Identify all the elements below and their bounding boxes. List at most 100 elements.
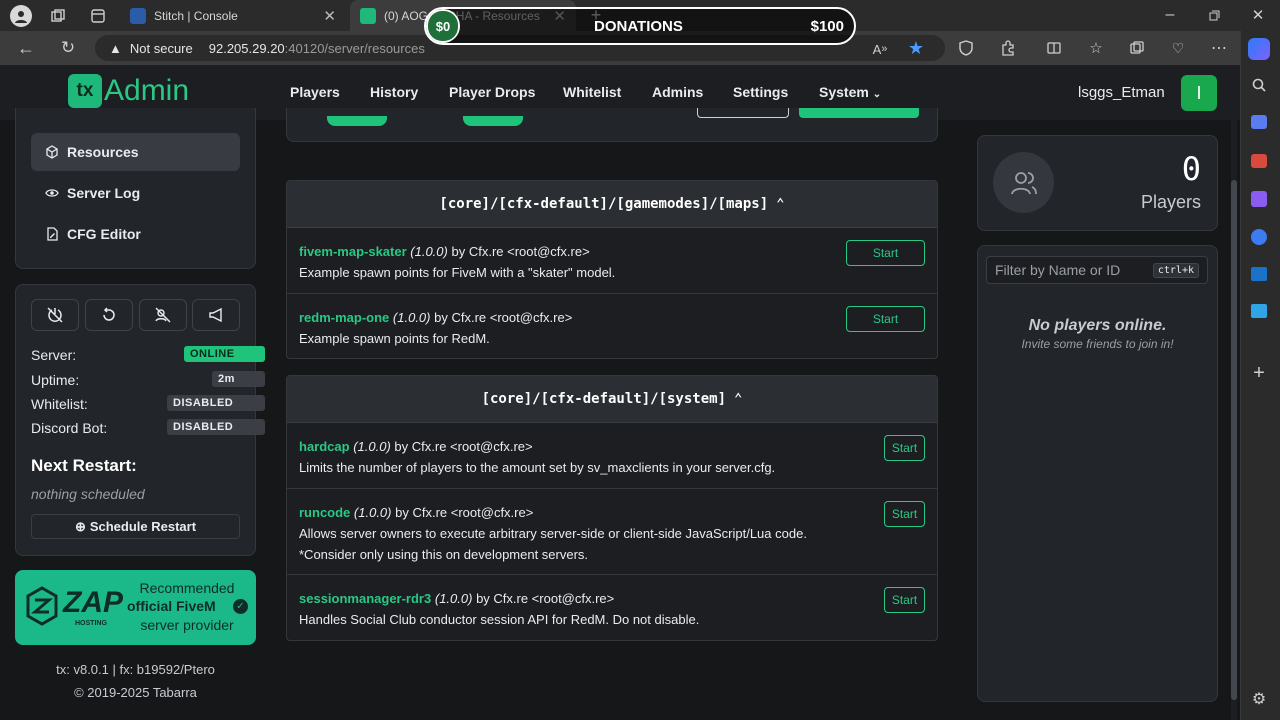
user-avatar[interactable]: I: [1181, 75, 1217, 111]
warning-icon: ▲: [109, 40, 122, 56]
schedule-restart-label: Schedule Restart: [89, 519, 197, 534]
sidebar-item-label: Resources: [67, 144, 139, 160]
chevron-down-icon: ⌄: [872, 89, 882, 100]
group-header[interactable]: [core]/[cfx-default]/[system] ⌃: [287, 376, 937, 423]
nav-system-label: System: [819, 84, 869, 100]
stop-server-button[interactable]: [31, 299, 79, 331]
start-button[interactable]: Start: [884, 587, 925, 613]
browser-essentials-icon[interactable]: ♡: [1168, 38, 1188, 58]
empty-subtitle: Invite some friends to join in!: [1021, 337, 1174, 351]
favorites-list-icon[interactable]: ☆: [1086, 38, 1106, 58]
toggle-switch[interactable]: [327, 116, 387, 126]
sidebar-item-resources[interactable]: Resources: [31, 133, 240, 171]
nav-history[interactable]: History: [370, 84, 418, 100]
resource-group-maps: [core]/[cfx-default]/[gamemodes]/[maps] …: [286, 180, 938, 359]
txadmin-logo[interactable]: tx Admin: [68, 74, 189, 108]
shield-icon[interactable]: [956, 38, 976, 58]
restart-icon: [103, 307, 115, 321]
shortcut-hint: ctrl+k: [1152, 262, 1199, 278]
url-host: 92.205.29.20: [208, 40, 285, 56]
more-menu-icon[interactable]: ⋯: [1209, 38, 1229, 58]
megaphone-icon: [209, 307, 222, 323]
nav-admins[interactable]: Admins: [652, 84, 703, 100]
drop-icon[interactable]: [1251, 304, 1267, 318]
tab-stitch-console[interactable]: Stitch | Console ✕: [120, 0, 346, 31]
workspaces-icon[interactable]: [48, 6, 68, 26]
next-restart-value: nothing scheduled: [31, 486, 145, 502]
ad-line-1: Recommended: [139, 580, 235, 596]
nav-player-drops[interactable]: Player Drops: [449, 84, 535, 100]
filter-placeholder: Filter by Name or ID: [995, 262, 1121, 278]
scrollbar-thumb[interactable]: [1231, 180, 1237, 700]
nav-players[interactable]: Players: [290, 84, 340, 100]
resource-description: Handles Social Club conductor session AP…: [299, 612, 700, 627]
start-button[interactable]: Start: [884, 501, 925, 527]
resource-item: redm-map-one (1.0.0) by Cfx.re <root@cfx…: [287, 294, 937, 358]
read-aloud-icon[interactable]: A»: [870, 39, 890, 59]
start-button[interactable]: Start: [846, 306, 925, 332]
resource-description: Limits the number of players to the amou…: [299, 460, 776, 475]
search-icon[interactable]: [1250, 76, 1268, 94]
group-header[interactable]: [core]/[cfx-default]/[gamemodes]/[maps] …: [287, 181, 937, 228]
donation-goal: $100: [810, 17, 844, 35]
profile-icon[interactable]: [10, 5, 32, 27]
split-screen-icon[interactable]: [1044, 38, 1064, 58]
resource-group-system: [core]/[cfx-default]/[system] ⌃ hardcap …: [286, 375, 938, 641]
username[interactable]: lsggs_Etman: [1078, 84, 1165, 101]
reload-icon[interactable]: ↻: [57, 37, 79, 59]
players-label: Players: [1140, 192, 1201, 212]
status-whitelist-label: Whitelist:: [31, 396, 88, 412]
sidebar-item-server-log[interactable]: Server Log: [31, 174, 240, 212]
donation-amount-pill: $0: [426, 9, 460, 43]
close-tab-icon[interactable]: ✕: [323, 7, 336, 25]
add-sidebar-app-icon[interactable]: +: [1249, 362, 1269, 384]
favorite-star-icon[interactable]: ★: [906, 38, 926, 58]
resource-description: Example spawn points for FiveM with a "s…: [299, 265, 616, 280]
shopping-icon[interactable]: [1251, 115, 1267, 129]
start-button[interactable]: Start: [846, 240, 925, 266]
txadmin-favicon-icon: [360, 7, 376, 24]
player-count-card: 0 Players: [977, 135, 1218, 231]
sidebar-settings-gear-icon[interactable]: ⚙: [1250, 690, 1268, 708]
copilot-icon[interactable]: [1248, 38, 1270, 60]
page-scrollbar[interactable]: [1231, 120, 1237, 720]
version-info: tx: v8.0.1 | fx: b19592/Ptero: [56, 662, 215, 677]
ad-line-3: server provider: [140, 617, 234, 633]
cube-icon: [46, 145, 58, 159]
primary-button[interactable]: [799, 108, 919, 118]
tools-icon[interactable]: [1251, 154, 1267, 168]
logo-badge: tx: [68, 74, 102, 108]
minimize-icon[interactable]: –: [1160, 5, 1180, 25]
discord-badge: DISABLED: [167, 419, 265, 435]
back-icon[interactable]: ←: [15, 37, 37, 59]
sidebar-item-cfg-editor[interactable]: CFG Editor: [31, 215, 240, 253]
announce-button[interactable]: [192, 299, 240, 331]
microsoft365-icon[interactable]: [1251, 229, 1267, 245]
nav-whitelist[interactable]: Whitelist: [563, 84, 621, 100]
users-icon: [993, 152, 1054, 213]
nav-settings[interactable]: Settings: [733, 84, 788, 100]
zap-hosting-ad[interactable]: ZAP HOSTING Recommended official FiveM ✓…: [15, 570, 256, 645]
outline-button[interactable]: [697, 108, 789, 118]
start-button[interactable]: Start: [884, 435, 925, 461]
settings-card-partial: [286, 108, 938, 142]
restart-server-button[interactable]: [85, 299, 133, 331]
status-server-label: Server:: [31, 347, 77, 363]
nav-system[interactable]: System ⌄: [819, 84, 881, 100]
power-off-icon: [47, 307, 63, 323]
status-uptime-label: Uptime:: [31, 372, 80, 388]
kick-all-button[interactable]: [139, 299, 187, 331]
tab-actions-icon[interactable]: [88, 6, 108, 26]
schedule-restart-button[interactable]: ⊕ Schedule Restart: [31, 514, 240, 539]
games-icon[interactable]: [1251, 191, 1267, 207]
close-window-icon[interactable]: ✕: [1248, 5, 1268, 25]
file-edit-icon: [47, 227, 58, 241]
restore-icon[interactable]: [1204, 5, 1224, 25]
toggle-switch[interactable]: [463, 116, 523, 126]
resource-item: runcode (1.0.0) by Cfx.re <root@cfx.re> …: [287, 489, 937, 575]
extensions-icon[interactable]: [998, 38, 1018, 58]
collections-icon[interactable]: [1127, 38, 1147, 58]
chevron-up-icon: ⌃: [734, 391, 743, 407]
outlook-icon[interactable]: [1251, 267, 1267, 281]
player-filter-input[interactable]: Filter by Name or ID ctrl+k: [986, 256, 1208, 284]
